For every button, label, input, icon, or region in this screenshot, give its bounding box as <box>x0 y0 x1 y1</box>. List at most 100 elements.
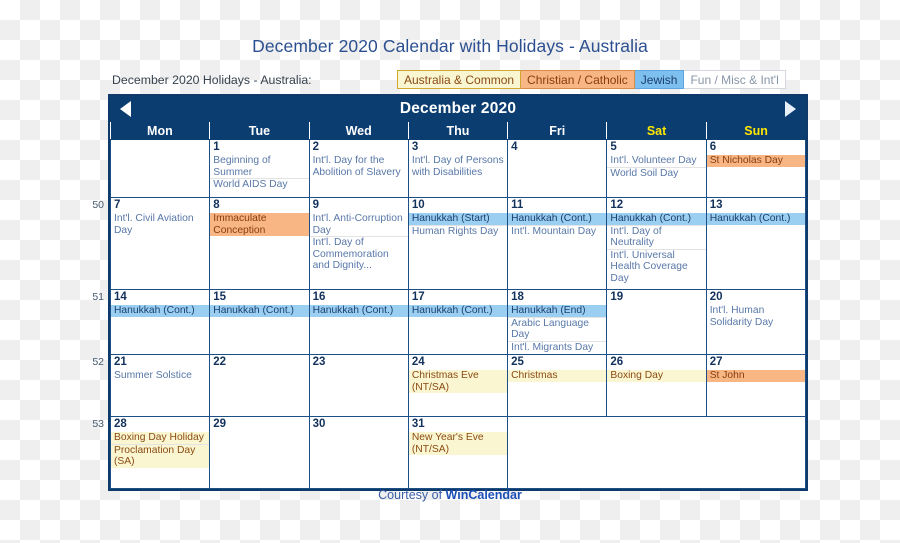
holiday-event-common[interactable]: Christmas Eve (NT/SA) <box>409 370 507 394</box>
holiday-event-fun[interactable]: Int'l. Day of Persons with Disabilities <box>409 155 506 178</box>
holiday-event-fun[interactable]: Int'l. Day of Commemoration and Dignity.… <box>310 237 407 272</box>
holiday-event-common[interactable]: New Year's Eve (NT/SA) <box>409 432 507 456</box>
calendar-cell-blank <box>109 139 211 198</box>
holiday-event-fun[interactable]: World Soil Day <box>608 168 705 180</box>
holiday-event-common[interactable]: Boxing Day <box>607 370 706 382</box>
calendar-cell-day-17[interactable]: 17 Hanukkah (Cont.) <box>407 289 509 355</box>
previous-month-arrow-icon[interactable] <box>120 101 131 117</box>
day-events: Hanukkah (Cont.) <box>707 213 805 225</box>
holiday-event-common[interactable]: Boxing Day Holiday <box>111 432 209 445</box>
holiday-event-christian[interactable]: Immaculate Conception <box>210 213 309 237</box>
legend-bar: December 2020 Holidays - Australia: Aust… <box>112 70 796 90</box>
holiday-event-fun[interactable]: Int'l. Mountain Day <box>509 226 606 238</box>
day-number: 19 <box>610 291 624 303</box>
holiday-event-jewish[interactable]: Hanukkah (Cont.) <box>111 305 209 317</box>
legend-chip-australia-common[interactable]: Australia & Common <box>397 70 522 89</box>
day-number: 18 <box>511 291 524 303</box>
day-events: Int'l. Day for the Abolition of Slavery <box>310 155 407 178</box>
holiday-event-fun[interactable]: Int'l. Migrants Day <box>509 342 606 354</box>
holiday-event-jewish[interactable]: Hanukkah (End) <box>508 305 606 318</box>
calendar-cell-day-1[interactable]: 1 Beginning of Summer World AIDS Day <box>209 139 310 198</box>
day-events: Hanukkah (Start) Human Rights Day <box>409 213 507 237</box>
calendar-week-row: 28 Boxing Day Holiday Proclamation Day (SA… <box>109 416 806 489</box>
holiday-event-common[interactable]: Christmas <box>508 370 606 382</box>
calendar-cell-day-27[interactable]: 27 St John <box>705 354 807 417</box>
day-number: 16 <box>312 291 326 303</box>
calendar-cell-day-29[interactable]: 29 <box>209 416 310 489</box>
calendar-cell-day-3[interactable]: 3 Int'l. Day of Persons with Disabilities <box>407 139 509 198</box>
holiday-event-fun[interactable]: Int'l. Day of Neutrality <box>607 226 706 250</box>
holiday-event-jewish[interactable]: Hanukkah (Cont.) <box>409 305 507 317</box>
calendar-cell-day-22[interactable]: 22 <box>209 354 310 417</box>
legend-caption: December 2020 Holidays - Australia: <box>112 73 312 87</box>
calendar-cell-day-21[interactable]: 21 Summer Solstice <box>109 354 211 417</box>
day-number: 17 <box>411 291 425 303</box>
calendar-cell-day-4[interactable]: 4 <box>507 139 608 198</box>
calendar-cell-day-31[interactable]: 31 New Year's Eve (NT/SA) <box>407 416 509 489</box>
day-number: 13 <box>709 199 723 211</box>
holiday-event-fun[interactable]: Int'l. Day for the Abolition of Slavery <box>310 155 407 178</box>
calendar-cell-day-15[interactable]: 15 Hanukkah (Cont.) <box>209 289 310 355</box>
calendar-cell-day-28[interactable]: 28 Boxing Day Holiday Proclamation Day (SA… <box>109 416 211 489</box>
calendar-cell-day-18[interactable]: 18 Hanukkah (End) Arabic Language Day Int'l… <box>507 289 608 355</box>
calendar-cell-day-5[interactable]: 5 Int'l. Volunteer Day World Soil Day <box>606 139 707 198</box>
holiday-event-jewish[interactable]: Hanukkah (Cont.) <box>707 213 805 225</box>
holiday-event-fun[interactable]: Int'l. Volunteer Day <box>607 155 706 168</box>
weekday-header-fri: Fri <box>507 122 608 140</box>
holiday-event-jewish[interactable]: Hanukkah (Cont.) <box>508 213 606 226</box>
legend-chips: Australia & Common Christian / Catholic … <box>397 70 786 90</box>
day-events: Christmas <box>508 370 606 382</box>
day-events: Int'l. Volunteer Day World Soil Day <box>607 155 706 180</box>
weekday-header-tue: Tue <box>209 122 310 140</box>
day-number: 1 <box>213 141 220 153</box>
holiday-event-jewish[interactable]: Hanukkah (Cont.) <box>310 305 408 317</box>
week-number-51: 51 <box>92 290 104 303</box>
day-number: 28 <box>114 418 127 430</box>
holiday-event-fun[interactable]: Int'l. Human Solidarity Day <box>707 305 804 328</box>
calendar-cell-day-6[interactable]: 6 St Nicholas Day <box>705 139 807 198</box>
holiday-event-jewish[interactable]: Hanukkah (Cont.) <box>607 213 706 226</box>
calendar-cell-day-26[interactable]: 26 Boxing Day <box>606 354 707 417</box>
legend-chip-jewish[interactable]: Jewish <box>634 70 685 89</box>
calendar-cell-day-14[interactable]: 14 Hanukkah (Cont.) <box>109 289 211 355</box>
calendar-cell-day-13[interactable]: 13 Hanukkah (Cont.) <box>705 197 807 290</box>
day-number: 25 <box>511 356 524 368</box>
calendar-cell-day-20[interactable]: 20 Int'l. Human Solidarity Day <box>705 289 807 355</box>
holiday-event-fun[interactable]: Int'l. Universal Health Coverage Day <box>608 250 705 285</box>
day-number: 20 <box>709 291 723 303</box>
holiday-event-fun[interactable]: Int'l. Civil Aviation Day <box>112 213 209 236</box>
calendar-cell-day-12[interactable]: 12 Hanukkah (Cont.) Int'l. Day of Neutrali… <box>606 197 707 290</box>
next-month-arrow-icon[interactable] <box>785 101 796 117</box>
calendar-cell-day-19[interactable]: 19 <box>606 289 707 355</box>
holiday-event-jewish[interactable]: Hanukkah (Start) <box>409 213 507 226</box>
calendar-cell-day-7[interactable]: 7 Int'l. Civil Aviation Day <box>109 197 211 290</box>
calendar-cell-day-23[interactable]: 23 <box>308 354 409 417</box>
holiday-event-fun[interactable]: Int'l. Anti-Corruption Day <box>310 213 408 238</box>
holiday-event-fun[interactable]: Arabic Language Day <box>508 318 606 342</box>
holiday-event-common[interactable]: Proclamation Day (SA) <box>111 444 209 468</box>
calendar-cell-day-25[interactable]: 25 Christmas <box>507 354 608 417</box>
holiday-event-fun[interactable]: Beginning of Summer <box>210 155 309 180</box>
calendar-cell-day-30[interactable]: 30 <box>308 416 409 489</box>
day-number: 9 <box>312 199 319 211</box>
legend-chip-fun-misc-intl[interactable]: Fun / Misc & Int'l <box>684 70 786 89</box>
day-events: Boxing Day <box>607 370 706 382</box>
calendar-cell-day-24[interactable]: 24 Christmas Eve (NT/SA) <box>407 354 509 417</box>
legend-chip-christian-catholic[interactable]: Christian / Catholic <box>521 70 635 89</box>
day-events: Christmas Eve (NT/SA) <box>409 370 507 394</box>
calendar-cell-day-9[interactable]: 9 Int'l. Anti-Corruption Day Int'l. Day of… <box>308 197 409 290</box>
holiday-event-jewish[interactable]: Hanukkah (Cont.) <box>210 305 309 317</box>
calendar-cell-day-2[interactable]: 2 Int'l. Day for the Abolition of Slavery <box>308 139 409 198</box>
holiday-event-christian[interactable]: St Nicholas Day <box>707 155 805 167</box>
holiday-event-fun[interactable]: World AIDS Day <box>211 179 308 191</box>
page-title: December 2020 Calendar with Holidays - A… <box>252 36 648 56</box>
calendar-cell-day-8[interactable]: 8 Immaculate Conception <box>209 197 310 290</box>
day-events: St John <box>707 370 805 382</box>
holiday-event-fun[interactable]: Summer Solstice <box>112 370 209 382</box>
calendar-cell-day-16[interactable]: 16 Hanukkah (Cont.) <box>308 289 409 355</box>
holiday-event-fun[interactable]: Human Rights Day <box>409 226 506 238</box>
holiday-event-christian[interactable]: St John <box>707 370 805 382</box>
day-events: New Year's Eve (NT/SA) <box>409 432 507 456</box>
calendar-cell-day-10[interactable]: 10 Hanukkah (Start) Human Rights Day <box>407 197 509 290</box>
calendar-cell-day-11[interactable]: 11 Hanukkah (Cont.) Int'l. Mountain Day <box>507 197 608 290</box>
